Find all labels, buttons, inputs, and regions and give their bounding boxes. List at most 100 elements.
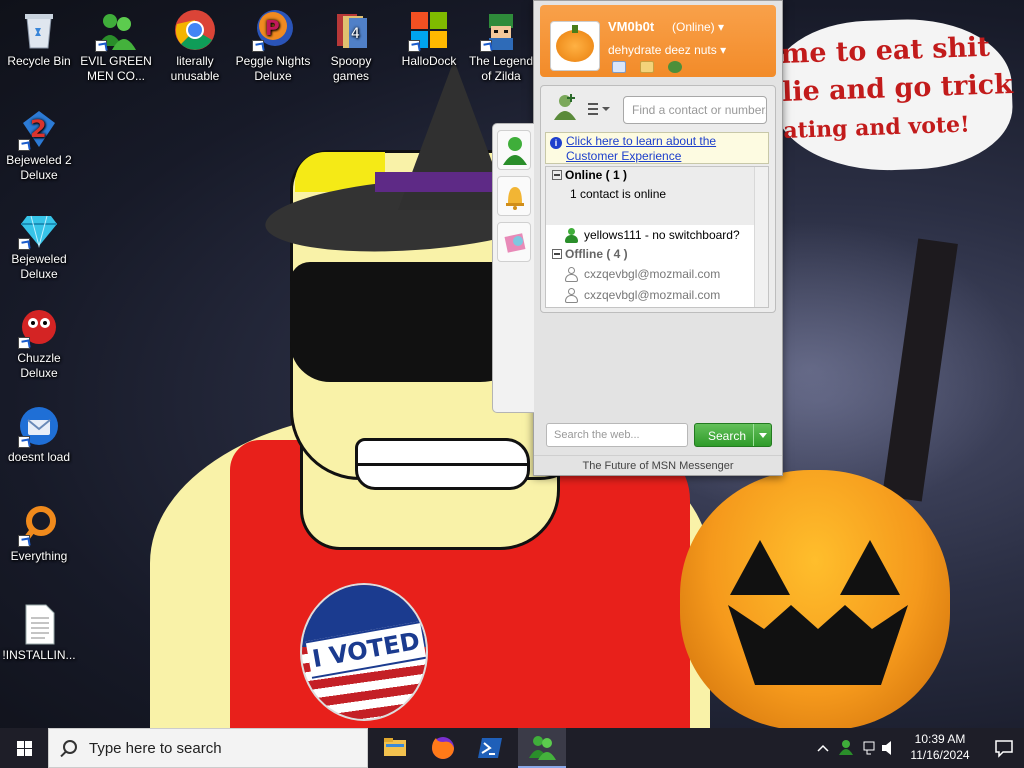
contact-offline[interactable]: cxzqevbgl@mozmail.com [546,264,768,285]
desktop-icon-chuzzle[interactable]: Chuzzle Deluxe [1,301,77,381]
desktop-icon-everything[interactable]: Everything [1,499,77,564]
add-contact-button[interactable] [551,92,579,122]
contact-name: yellows111 - no switchboard? [584,228,740,242]
pumpkin-right-eye [840,540,900,595]
display-name[interactable]: VM0b0t [608,19,654,34]
desktop-icon-label: EVIL GREEN MEN CO... [80,54,152,83]
text-document-icon [17,602,61,646]
clock-time: 10:39 AM [914,732,966,746]
shortcut-arrow-icon [408,40,420,52]
contact-offline[interactable]: cxzqevbgl@mozmail.com [546,285,768,306]
msn-side-tabs [492,123,534,413]
contact-list-panel: Find a contact or number... i Click here… [540,85,776,313]
peggle-icon: P [251,8,295,52]
shortcut-arrow-icon [18,535,30,547]
pumpkin-stem [572,25,578,33]
group-header-online[interactable]: Online ( 1 ) [546,167,768,185]
group-subtitle: 1 contact is online [570,187,667,201]
desktop-icon-literally-unusable[interactable]: literally unusable [157,4,233,84]
desktop-icon-label: The Legend of Zilda [468,54,534,83]
windows-logo-icon [407,8,451,52]
msn-messenger-window[interactable]: VM0b0t (Online) ▾ dehydrate deez nuts ▾ … [492,0,783,476]
collapse-icon [552,170,562,180]
desktop-icon-legend-of-zilda[interactable]: The Legend of Zilda [468,4,534,84]
svg-text:P: P [265,16,280,40]
pumpkin-left-eye [730,540,790,595]
display-picture[interactable] [550,21,600,71]
taskbar-search-box[interactable]: Type here to search [48,728,368,768]
desktop-icon-installing[interactable]: !INSTALLIN... [1,598,77,663]
status-dropdown[interactable]: (Online) ▾ [672,20,724,34]
desktop-icon-label: Everything [10,549,68,563]
desktop-icon-bejeweled[interactable]: Bejeweled Deluxe [1,202,77,282]
tab-dynamic[interactable] [497,222,531,262]
contact-name: cxzqevbgl@mozmail.com [584,267,721,281]
globe-icon[interactable] [668,61,682,73]
zilda-icon [479,8,523,52]
msn-profile-header: VM0b0t (Online) ▾ dehydrate deez nuts ▾ [540,5,776,77]
desktop-icon-hallodock[interactable]: HalloDock [391,4,467,69]
speech-line-2: lie and go trick [781,68,1014,109]
desktop-icon-label: literally unusable [170,54,220,83]
online-buddy-icon [564,228,578,243]
file-explorer-icon[interactable] [371,728,419,768]
web-search-input[interactable]: Search the web... [546,423,688,447]
offline-buddy-icon [564,267,578,282]
shortcut-arrow-icon [95,40,107,52]
contact-online[interactable]: yellows111 - no switchboard? [546,225,768,246]
desktop-icon-label: Bejeweled Deluxe [11,252,67,281]
notification-center-icon[interactable] [984,728,1024,768]
desktop-icon-label: Bejeweled 2 Deluxe [6,153,72,182]
desktop-icon-spoopy-games[interactable]: 4 Spoopy games [313,4,389,84]
chrome-icon [173,8,217,52]
desktop-icon-label: doesnt load [7,450,71,464]
clock-date: 11/16/2024 [910,748,970,762]
windows-logo-pane [25,749,32,756]
view-options-icon[interactable] [587,102,611,116]
desktop-icon-label: Spoopy games [330,54,372,83]
windows-logo-icon [17,741,24,748]
jack-o-lantern-bucket [680,470,950,728]
customer-experience-notice[interactable]: i Click here to learn about the Customer… [545,132,769,164]
desktop-icon-label: Chuzzle Deluxe [17,351,61,380]
desktop-icon-bejeweled-2[interactable]: 2 Bejeweled 2 Deluxe [1,103,77,183]
msn-messenger-icon[interactable] [518,728,566,768]
desktop-icon-recycle-bin[interactable]: Recycle Bin [1,4,77,69]
contact-list-scrollbar[interactable] [754,167,768,307]
group-header-offline[interactable]: Offline ( 4 ) [546,246,768,264]
notice-line-2: Customer Experience [566,149,682,163]
svg-text:2: 2 [30,115,47,143]
tab-contacts[interactable] [497,130,531,170]
personal-message[interactable]: dehydrate deez nuts ▾ [608,43,726,57]
desktop-icon-peggle-nights[interactable]: P Peggle Nights Deluxe [235,4,311,84]
find-contact-input[interactable]: Find a contact or number... [623,96,767,124]
shortcut-arrow-icon [18,436,30,448]
thunderbird-icon [17,404,61,448]
contact-name: cxzqevbgl@mozmail.com [584,288,721,302]
msn-footer: The Future of MSN Messenger [534,455,782,475]
desktop-icon-evil-green-men[interactable]: EVIL GREEN MEN CO... [78,4,154,84]
powershell-icon[interactable] [467,728,515,768]
diamond-icon [17,206,61,250]
desktop-icon-doesnt-load[interactable]: doesnt load [1,400,77,465]
character-teeth [355,438,530,490]
firefox-icon[interactable] [419,728,467,768]
witch-hat-band [375,172,495,192]
shortcut-arrow-icon [18,337,30,349]
chuzzle-icon [17,305,61,349]
pumpkin-mouth [728,605,908,685]
desktop-icon-label: Peggle Nights Deluxe [235,54,311,83]
search-button-label: Search [708,429,747,443]
mail-icon[interactable] [612,61,626,73]
folder-icon[interactable] [640,61,654,73]
contact-list[interactable]: Online ( 1 ) 1 contact is online yellows… [545,166,769,308]
web-search-button[interactable]: Search [694,423,772,447]
info-icon: i [550,137,562,149]
desktop-icon-label: !INSTALLIN... [2,648,76,662]
tab-alerts[interactable] [497,176,531,216]
chevron-down-icon[interactable] [753,424,771,446]
start-button[interactable] [0,728,48,768]
speech-line-3: ating and vote! [782,111,971,144]
speech-bubble-text: me to eat shit lie and go trick ating an… [780,28,1014,150]
taskbar-clock[interactable]: 10:39 AM 11/16/2024 [898,731,982,763]
